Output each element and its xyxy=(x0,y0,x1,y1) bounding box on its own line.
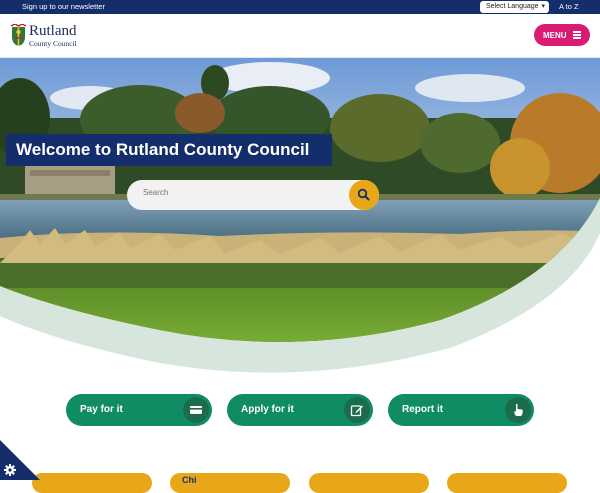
language-select-label: Select Language xyxy=(486,3,539,10)
report-it-label: Report it xyxy=(402,404,444,415)
pay-for-it-button[interactable]: Pay for it xyxy=(66,394,212,426)
apply-for-it-button[interactable]: Apply for it xyxy=(227,394,373,426)
menu-label: MENU xyxy=(543,31,567,40)
menu-button[interactable]: MENU xyxy=(534,24,590,46)
service-tile-label: Chi xyxy=(182,475,197,485)
search-input[interactable] xyxy=(143,188,343,197)
logo-subtitle: County Council xyxy=(29,39,77,48)
report-it-button[interactable]: Report it xyxy=(388,394,534,426)
hand-point-icon xyxy=(505,397,531,423)
hero-banner xyxy=(0,58,600,388)
logo-name: Rutland xyxy=(29,23,77,39)
chevron-down-icon: ▾ xyxy=(541,3,545,10)
service-tile[interactable]: Chi xyxy=(170,473,290,493)
service-tile[interactable] xyxy=(32,473,152,493)
search-icon xyxy=(357,188,370,201)
edit-icon xyxy=(344,397,370,423)
site-header: Rutland County Council MENU xyxy=(0,14,600,58)
hero-landscape-image xyxy=(0,58,600,388)
card-icon xyxy=(183,397,209,423)
welcome-heading: Welcome to Rutland County Council xyxy=(6,134,332,166)
language-select[interactable]: Select Language ▾ xyxy=(480,1,549,13)
hamburger-icon xyxy=(573,31,581,39)
gear-icon xyxy=(4,464,16,476)
crest-icon xyxy=(10,24,27,46)
newsletter-link[interactable]: Sign up to our newsletter xyxy=(22,2,105,11)
search-bar xyxy=(127,180,379,210)
service-tile[interactable] xyxy=(447,473,567,493)
top-bar: Sign up to our newsletter Select Languag… xyxy=(0,0,600,14)
cookie-settings-button[interactable] xyxy=(0,440,40,480)
council-logo[interactable]: Rutland County Council xyxy=(10,24,80,50)
apply-for-it-label: Apply for it xyxy=(241,404,294,415)
a-to-z-link[interactable]: A to Z xyxy=(559,2,579,11)
pay-for-it-label: Pay for it xyxy=(80,404,123,415)
search-button[interactable] xyxy=(349,180,379,210)
service-tile[interactable] xyxy=(309,473,429,493)
